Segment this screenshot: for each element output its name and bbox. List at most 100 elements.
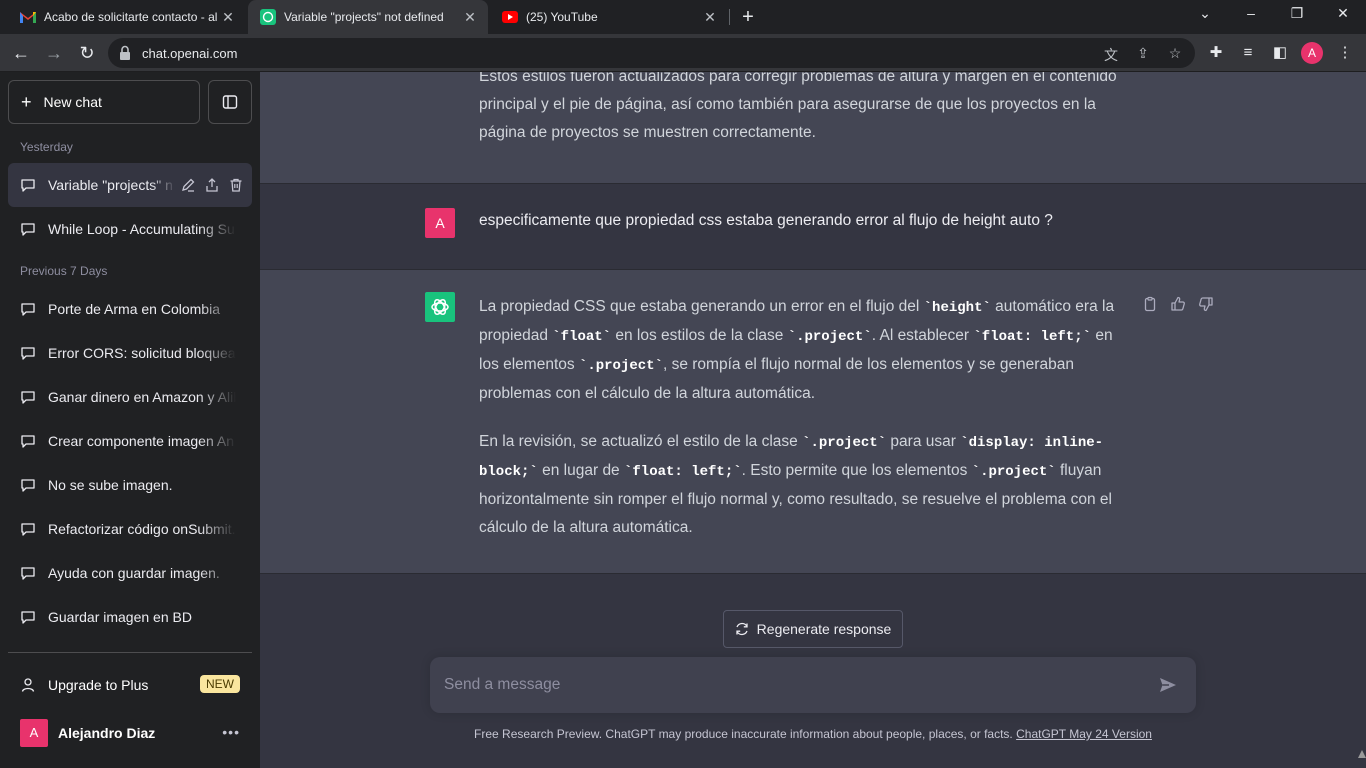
- thumbs-down-icon[interactable]: [1198, 296, 1214, 312]
- tab-youtube[interactable]: (25) YouTube ✕: [490, 0, 728, 34]
- message-text: especificamente que propiedad css estaba…: [479, 212, 1053, 229]
- send-icon[interactable]: [1158, 675, 1178, 695]
- regenerate-response-button[interactable]: Regenerate response: [723, 610, 903, 648]
- inline-code: `.project`: [787, 329, 872, 345]
- forward-icon[interactable]: →: [43, 42, 65, 64]
- conversation-title: Ayuda con guardar imagen.: [48, 565, 220, 581]
- chat-bubble-icon: [21, 435, 35, 448]
- user-message: A especificamente que propiedad css esta…: [260, 184, 1366, 270]
- chat-bubble-icon: [21, 567, 35, 580]
- close-sidebar-button[interactable]: [208, 80, 252, 124]
- more-options-icon[interactable]: •••: [222, 724, 240, 740]
- gmail-icon: [20, 9, 36, 25]
- tab-title: Acabo de solicitarte contacto - al: [44, 10, 218, 24]
- conversation-item[interactable]: Error CORS: solicitud bloquead: [8, 331, 252, 375]
- browser-toolbar: ← → ↻ chat.openai.com 文 ⇪ ☆: [0, 34, 1366, 72]
- conversation-title: Refactorizar código onSubmit.: [48, 521, 236, 537]
- new-badge: NEW: [200, 675, 240, 693]
- sidebar: + New chat Yesterday Variable "projects"…: [0, 72, 260, 768]
- new-chat-label: New chat: [43, 94, 102, 110]
- user-icon: [21, 678, 35, 692]
- chat-bubble-icon: [21, 391, 35, 404]
- conversation-title: Guardar imagen en BD: [48, 609, 192, 625]
- conversation-item[interactable]: Ayuda con guardar imagen.: [8, 551, 252, 595]
- extensions-icon[interactable]: ✚: [1205, 42, 1227, 64]
- conversation-item-active[interactable]: Variable "projects" n: [8, 163, 252, 207]
- tab-chatgpt[interactable]: Variable "projects" not defined ✕: [248, 0, 488, 34]
- url-text: chat.openai.com: [142, 46, 238, 61]
- share-icon[interactable]: ⇪: [1134, 45, 1152, 63]
- edit-icon[interactable]: [180, 177, 196, 193]
- conversation-item[interactable]: Porte de Arma en Colombia: [8, 287, 252, 331]
- conversation-title: No se sube imagen.: [48, 477, 173, 493]
- conversation-item[interactable]: Refactorizar código onSubmit.: [8, 507, 252, 551]
- assistant-message-previous: Estos estilos fueron actualizados para c…: [260, 72, 1366, 184]
- message-actions: [1142, 296, 1214, 312]
- window-close-icon[interactable]: ✕: [1333, 5, 1353, 22]
- address-bar[interactable]: chat.openai.com 文 ⇪ ☆: [108, 38, 1195, 68]
- inline-code: `float`: [552, 329, 612, 345]
- message-text: La propiedad CSS que estaba generando un…: [479, 293, 1135, 542]
- back-icon[interactable]: ←: [10, 42, 32, 64]
- media-queue-icon[interactable]: ≡: [1237, 42, 1259, 64]
- close-icon[interactable]: ✕: [702, 9, 718, 26]
- restore-icon[interactable]: ❐: [1287, 5, 1307, 22]
- trash-icon[interactable]: [228, 177, 244, 193]
- sidebar-toggle-icon: [222, 95, 238, 109]
- user-menu-button[interactable]: A Alejandro Diaz •••: [8, 711, 252, 755]
- tab-title: (25) YouTube: [526, 10, 598, 24]
- message-input[interactable]: [444, 669, 1134, 701]
- chat-bubble-icon: [21, 303, 35, 316]
- upgrade-label: Upgrade to Plus: [48, 677, 149, 693]
- tab-title: Variable "projects" not defined: [284, 10, 444, 24]
- section-label-yesterday: Yesterday: [20, 140, 73, 154]
- disclaimer-text: Free Research Preview. ChatGPT may produ…: [474, 727, 1017, 741]
- message-text: Estos estilos fueron actualizados para c…: [479, 72, 1117, 141]
- browser-menu-icon[interactable]: ⋮: [1334, 42, 1356, 64]
- footer-disclaimer: Free Research Preview. ChatGPT may produ…: [260, 727, 1366, 741]
- conversation-item[interactable]: While Loop - Accumulating Su: [8, 207, 252, 251]
- refresh-icon: [736, 622, 748, 636]
- profile-avatar[interactable]: A: [1301, 42, 1323, 64]
- tab-search-icon[interactable]: ⌄: [1195, 5, 1215, 22]
- conversation-item[interactable]: Ganar dinero en Amazon y Alib: [8, 375, 252, 419]
- youtube-icon: [502, 9, 518, 25]
- side-panel-icon[interactable]: ◧: [1269, 42, 1291, 64]
- lock-icon[interactable]: [118, 45, 134, 61]
- conversation-item[interactable]: Guardar imagen en BD: [8, 595, 252, 639]
- scroll-to-bottom-indicator[interactable]: [1358, 750, 1366, 758]
- thumbs-up-icon[interactable]: [1170, 296, 1186, 312]
- version-link[interactable]: ChatGPT May 24 Version: [1016, 727, 1152, 741]
- close-icon[interactable]: ✕: [462, 9, 478, 26]
- conversation-title: Error CORS: solicitud bloquead: [48, 345, 236, 361]
- upgrade-to-plus-button[interactable]: Upgrade to Plus NEW: [8, 663, 252, 707]
- minimize-icon[interactable]: –: [1241, 5, 1261, 21]
- bookmark-star-icon[interactable]: ☆: [1166, 45, 1184, 63]
- close-icon[interactable]: ✕: [220, 9, 236, 26]
- translate-icon[interactable]: 文: [1102, 45, 1120, 63]
- inline-code: `float: left;`: [624, 464, 742, 480]
- chat-bubble-icon: [21, 479, 35, 492]
- inline-code: `float: left;`: [973, 329, 1092, 345]
- section-label-previous-7-days: Previous 7 Days: [20, 264, 108, 278]
- tab-separator: [729, 9, 730, 25]
- conversation-title: Variable "projects" n: [48, 177, 173, 193]
- assistant-paragraph-2: En la revisión, se actualizó el estilo d…: [479, 433, 1112, 536]
- new-chat-button[interactable]: + New chat: [8, 80, 200, 124]
- chat-bubble-icon: [21, 223, 35, 236]
- message-composer: [430, 657, 1196, 713]
- new-tab-button[interactable]: +: [737, 6, 759, 28]
- chat-bubble-icon: [21, 611, 35, 624]
- copy-icon[interactable]: [1142, 296, 1158, 312]
- reload-icon[interactable]: ↻: [76, 42, 98, 64]
- user-name: Alejandro Diaz: [58, 725, 156, 741]
- conversation-item[interactable]: Crear componente imagen An: [8, 419, 252, 463]
- conversation-item[interactable]: No se sube imagen.: [8, 463, 252, 507]
- inline-code: `.project`: [971, 464, 1056, 480]
- chatgpt-avatar: [425, 292, 455, 322]
- inline-code: `.project`: [802, 435, 887, 451]
- tab-gmail[interactable]: Acabo de solicitarte contacto - al ✕: [8, 0, 246, 34]
- browser-tab-strip: Acabo de solicitarte contacto - al ✕ Var…: [0, 0, 1366, 34]
- share-icon[interactable]: [204, 177, 220, 193]
- inline-code: `.project`: [578, 358, 663, 374]
